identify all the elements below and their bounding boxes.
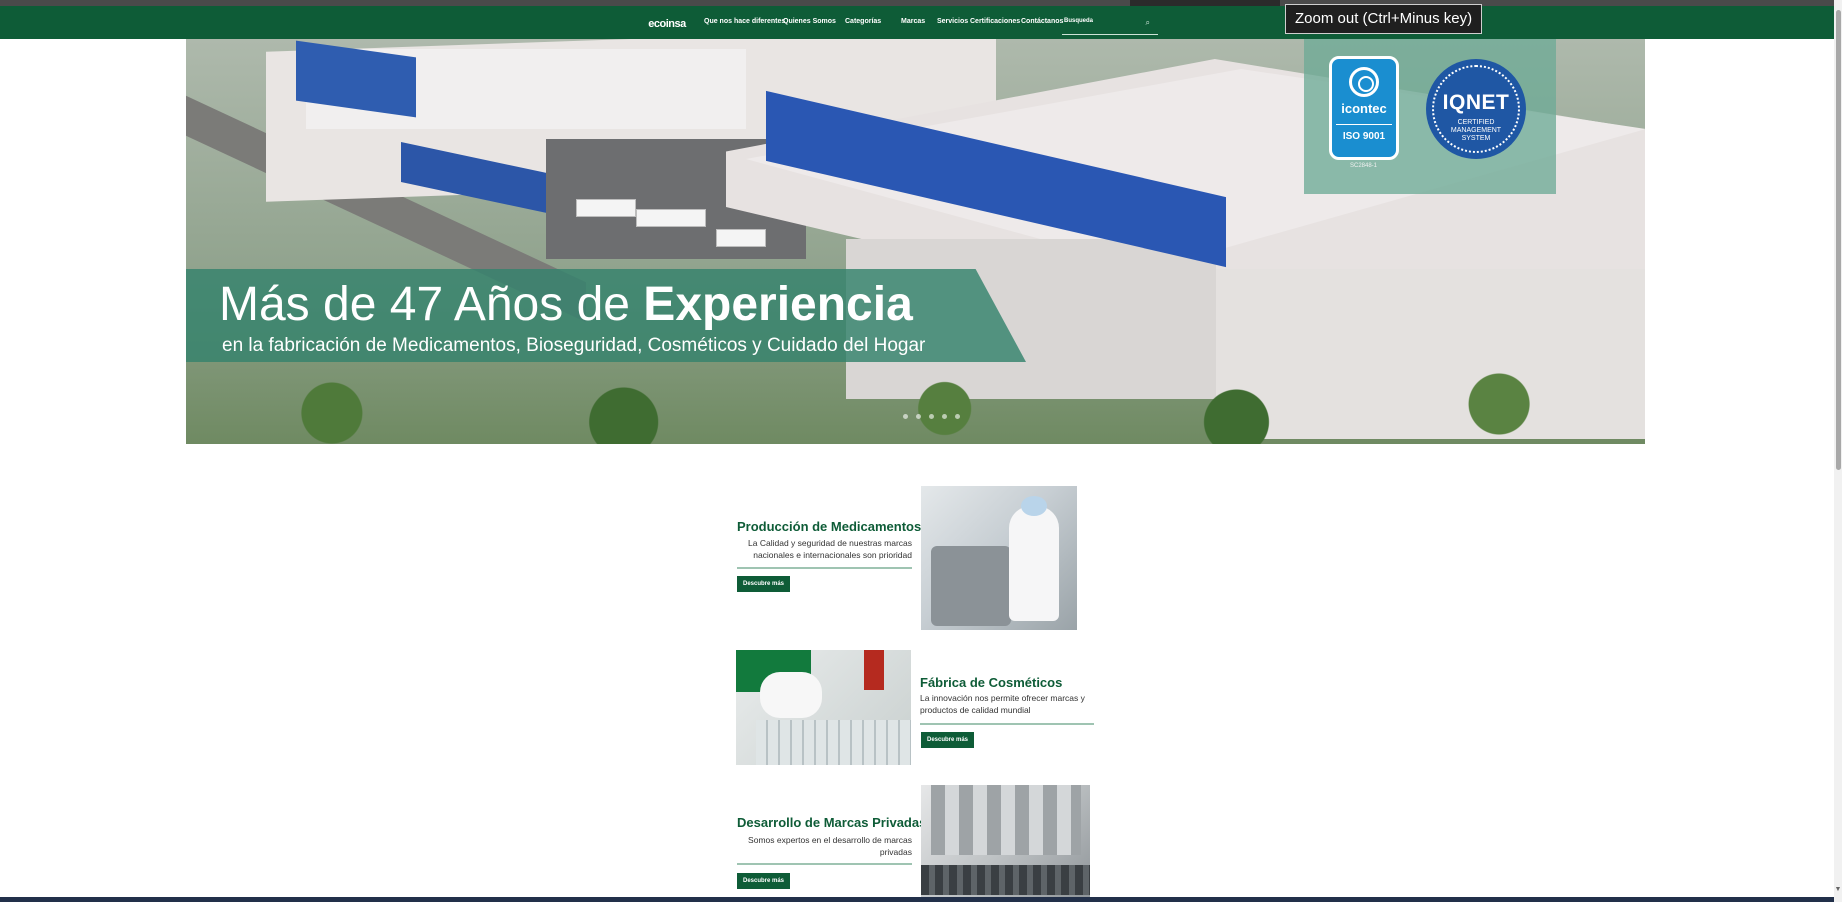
service-title-cosmeticos: Fábrica de Cosméticos: [920, 675, 1063, 690]
search-icon[interactable]: ⌕: [1146, 18, 1150, 28]
service-divider: [737, 567, 912, 569]
carousel-dot[interactable]: [916, 414, 921, 419]
nav-link-diferentes[interactable]: Que nos hace diferentes: [704, 18, 785, 25]
service-title-marcas-privadas: Desarrollo de Marcas Privadas: [737, 815, 927, 830]
pipes-shape: [931, 785, 1081, 855]
descubre-mas-button-marcas-privadas[interactable]: Descubre más: [737, 873, 791, 889]
service-divider: [920, 723, 1094, 725]
iqnet-subtitle: CERTIFIED MANAGEMENT SYSTEM: [1426, 119, 1526, 143]
glove-shape: [760, 672, 822, 718]
nav-link-contactanos[interactable]: Contáctanos: [1021, 18, 1063, 25]
nav-link-marcas[interactable]: Marcas: [901, 18, 925, 25]
desc-line: productos de calidad mundial: [920, 705, 1031, 715]
worker-cap-shape: [1021, 496, 1047, 516]
service-desc-medicamentos: La Calidad y seguridad de nuestras marca…: [737, 537, 912, 561]
carousel-dot[interactable]: [903, 414, 908, 419]
hero-banner: Más de 47 Años de Experiencia en la fabr…: [186, 269, 1026, 362]
truck-image: [576, 199, 636, 217]
hero-subtitle: en la fabricación de Medicamentos, Biose…: [222, 335, 926, 356]
icontec-standard: ISO 9001: [1336, 124, 1392, 142]
certifications-panel: icontec ISO 9001 SC2848-1 IQNET CERTIFIE…: [1304, 39, 1556, 194]
trees-image: [186, 359, 1645, 444]
iqnet-sub-line: SYSTEM: [1461, 135, 1491, 142]
icontec-code: SC2848-1: [1350, 163, 1378, 169]
scrollbar-thumb[interactable]: [1836, 10, 1841, 470]
iqnet-sub-line: CERTIFIED: [1457, 119, 1495, 126]
hero-title-bold: Experiencia: [643, 278, 913, 331]
hero-carousel[interactable]: icontec ISO 9001 SC2848-1 IQNET CERTIFIE…: [186, 39, 1645, 444]
photo-cosmetics-bottles: [736, 650, 911, 765]
desc-line: La innovación nos permite ofrecer ⁠marca…: [920, 693, 1085, 703]
service-divider: [737, 863, 912, 865]
zoom-tooltip: Zoom out (Ctrl+Minus key): [1285, 4, 1483, 34]
red-bottle-shape: [864, 650, 884, 690]
desc-line: La Calidad y seguridad de nuestras marca…: [748, 538, 912, 548]
iqnet-sub-line: MANAGEMENT: [1450, 127, 1502, 134]
scroll-down-icon[interactable]: ▼: [1834, 886, 1842, 893]
nav-link-categorias[interactable]: Categorías: [845, 18, 881, 25]
desc-line: Somos expertos en el desarrollo de marca…: [748, 835, 912, 845]
machine-shape: [931, 546, 1011, 626]
search-input[interactable]: Busqueda ⌕: [1062, 15, 1158, 35]
worker-shape: [1009, 506, 1059, 621]
service-desc-cosmeticos: La innovación nos permite ofrecer ⁠marca…: [920, 692, 1095, 716]
descubre-mas-button-medicamentos[interactable]: Descubre más: [737, 576, 791, 592]
main-navigation: ecoinsa Que nos hace diferentes Quienes …: [0, 6, 1842, 39]
icontec-seal: icontec ISO 9001: [1329, 56, 1399, 160]
carousel-dot[interactable]: [929, 414, 934, 419]
desc-line: nacionales e internacionales son priorid…: [753, 550, 912, 560]
iqnet-name: IQNET: [1442, 91, 1510, 114]
nav-link-certificaciones[interactable]: Certificaciones: [970, 18, 1020, 25]
service-desc-marcas-privadas: Somos expertos en el desarrollo de marca…: [737, 834, 912, 858]
taskbar-edge: [0, 897, 1834, 902]
carousel-dot[interactable]: [942, 414, 947, 419]
hero-title: Más de 47 Años de Experiencia: [219, 277, 913, 332]
icontec-name: icontec: [1341, 101, 1387, 116]
site-logo[interactable]: ecoinsa: [647, 16, 687, 32]
carousel-dot[interactable]: [955, 414, 960, 419]
photo-production-line: [921, 785, 1090, 902]
photo-lab-worker: [921, 486, 1077, 630]
carousel-dots[interactable]: [903, 414, 960, 419]
icontec-ring-icon: [1349, 67, 1379, 97]
iqnet-seal: IQNET CERTIFIED MANAGEMENT SYSTEM: [1426, 59, 1526, 159]
truck-image: [636, 209, 706, 227]
truck-image: [716, 229, 766, 247]
desc-line: privadas: [879, 847, 912, 857]
bottle-line-shape: [921, 865, 1090, 895]
hero-title-regular: Más de 47 Años de: [219, 278, 644, 331]
nav-link-servicios[interactable]: Servicios: [937, 18, 968, 25]
bottles-shape: [756, 720, 911, 765]
descubre-mas-button-cosmeticos[interactable]: Descubre más: [921, 732, 975, 748]
search-placeholder: Busqueda: [1064, 18, 1094, 24]
nav-link-quienes-somos[interactable]: Quienes Somos: [783, 18, 836, 25]
service-title-medicamentos: Producción de Medicamentos: [737, 519, 922, 534]
